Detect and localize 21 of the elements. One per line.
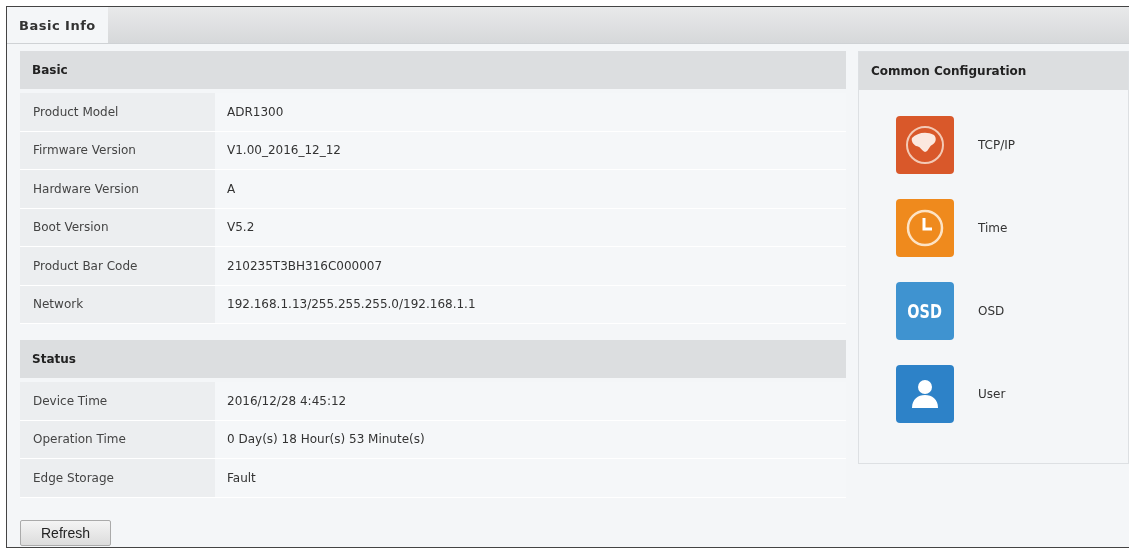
tab[interactable]: Basic Info [7,7,108,43]
section-header: Basic [20,51,846,89]
config-link[interactable]: OSD [978,304,1005,318]
clock-icon[interactable] [896,199,954,257]
field-label: Product Model [20,93,215,131]
field-label: Product Bar Code [20,247,215,285]
refresh-button[interactable]: Refresh [20,519,111,546]
field-label: Firmware Version [20,131,215,169]
section-header: Status [20,340,846,378]
config-link[interactable]: TCP/IP [978,138,1016,152]
config-link[interactable]: Time [978,221,1008,235]
user-icon[interactable] [896,365,954,423]
panel-header: Common Configuration [859,52,1128,90]
field-label: Boot Version [20,208,215,246]
field-label: Device Time [20,382,215,420]
field-label: Hardware Version [20,170,215,208]
field-label: Network [20,285,215,323]
globe-icon[interactable] [896,116,954,174]
field-label: Edge Storage [20,459,215,497]
field-label: Operation Time [20,420,215,458]
config-link[interactable]: User [978,387,1006,401]
